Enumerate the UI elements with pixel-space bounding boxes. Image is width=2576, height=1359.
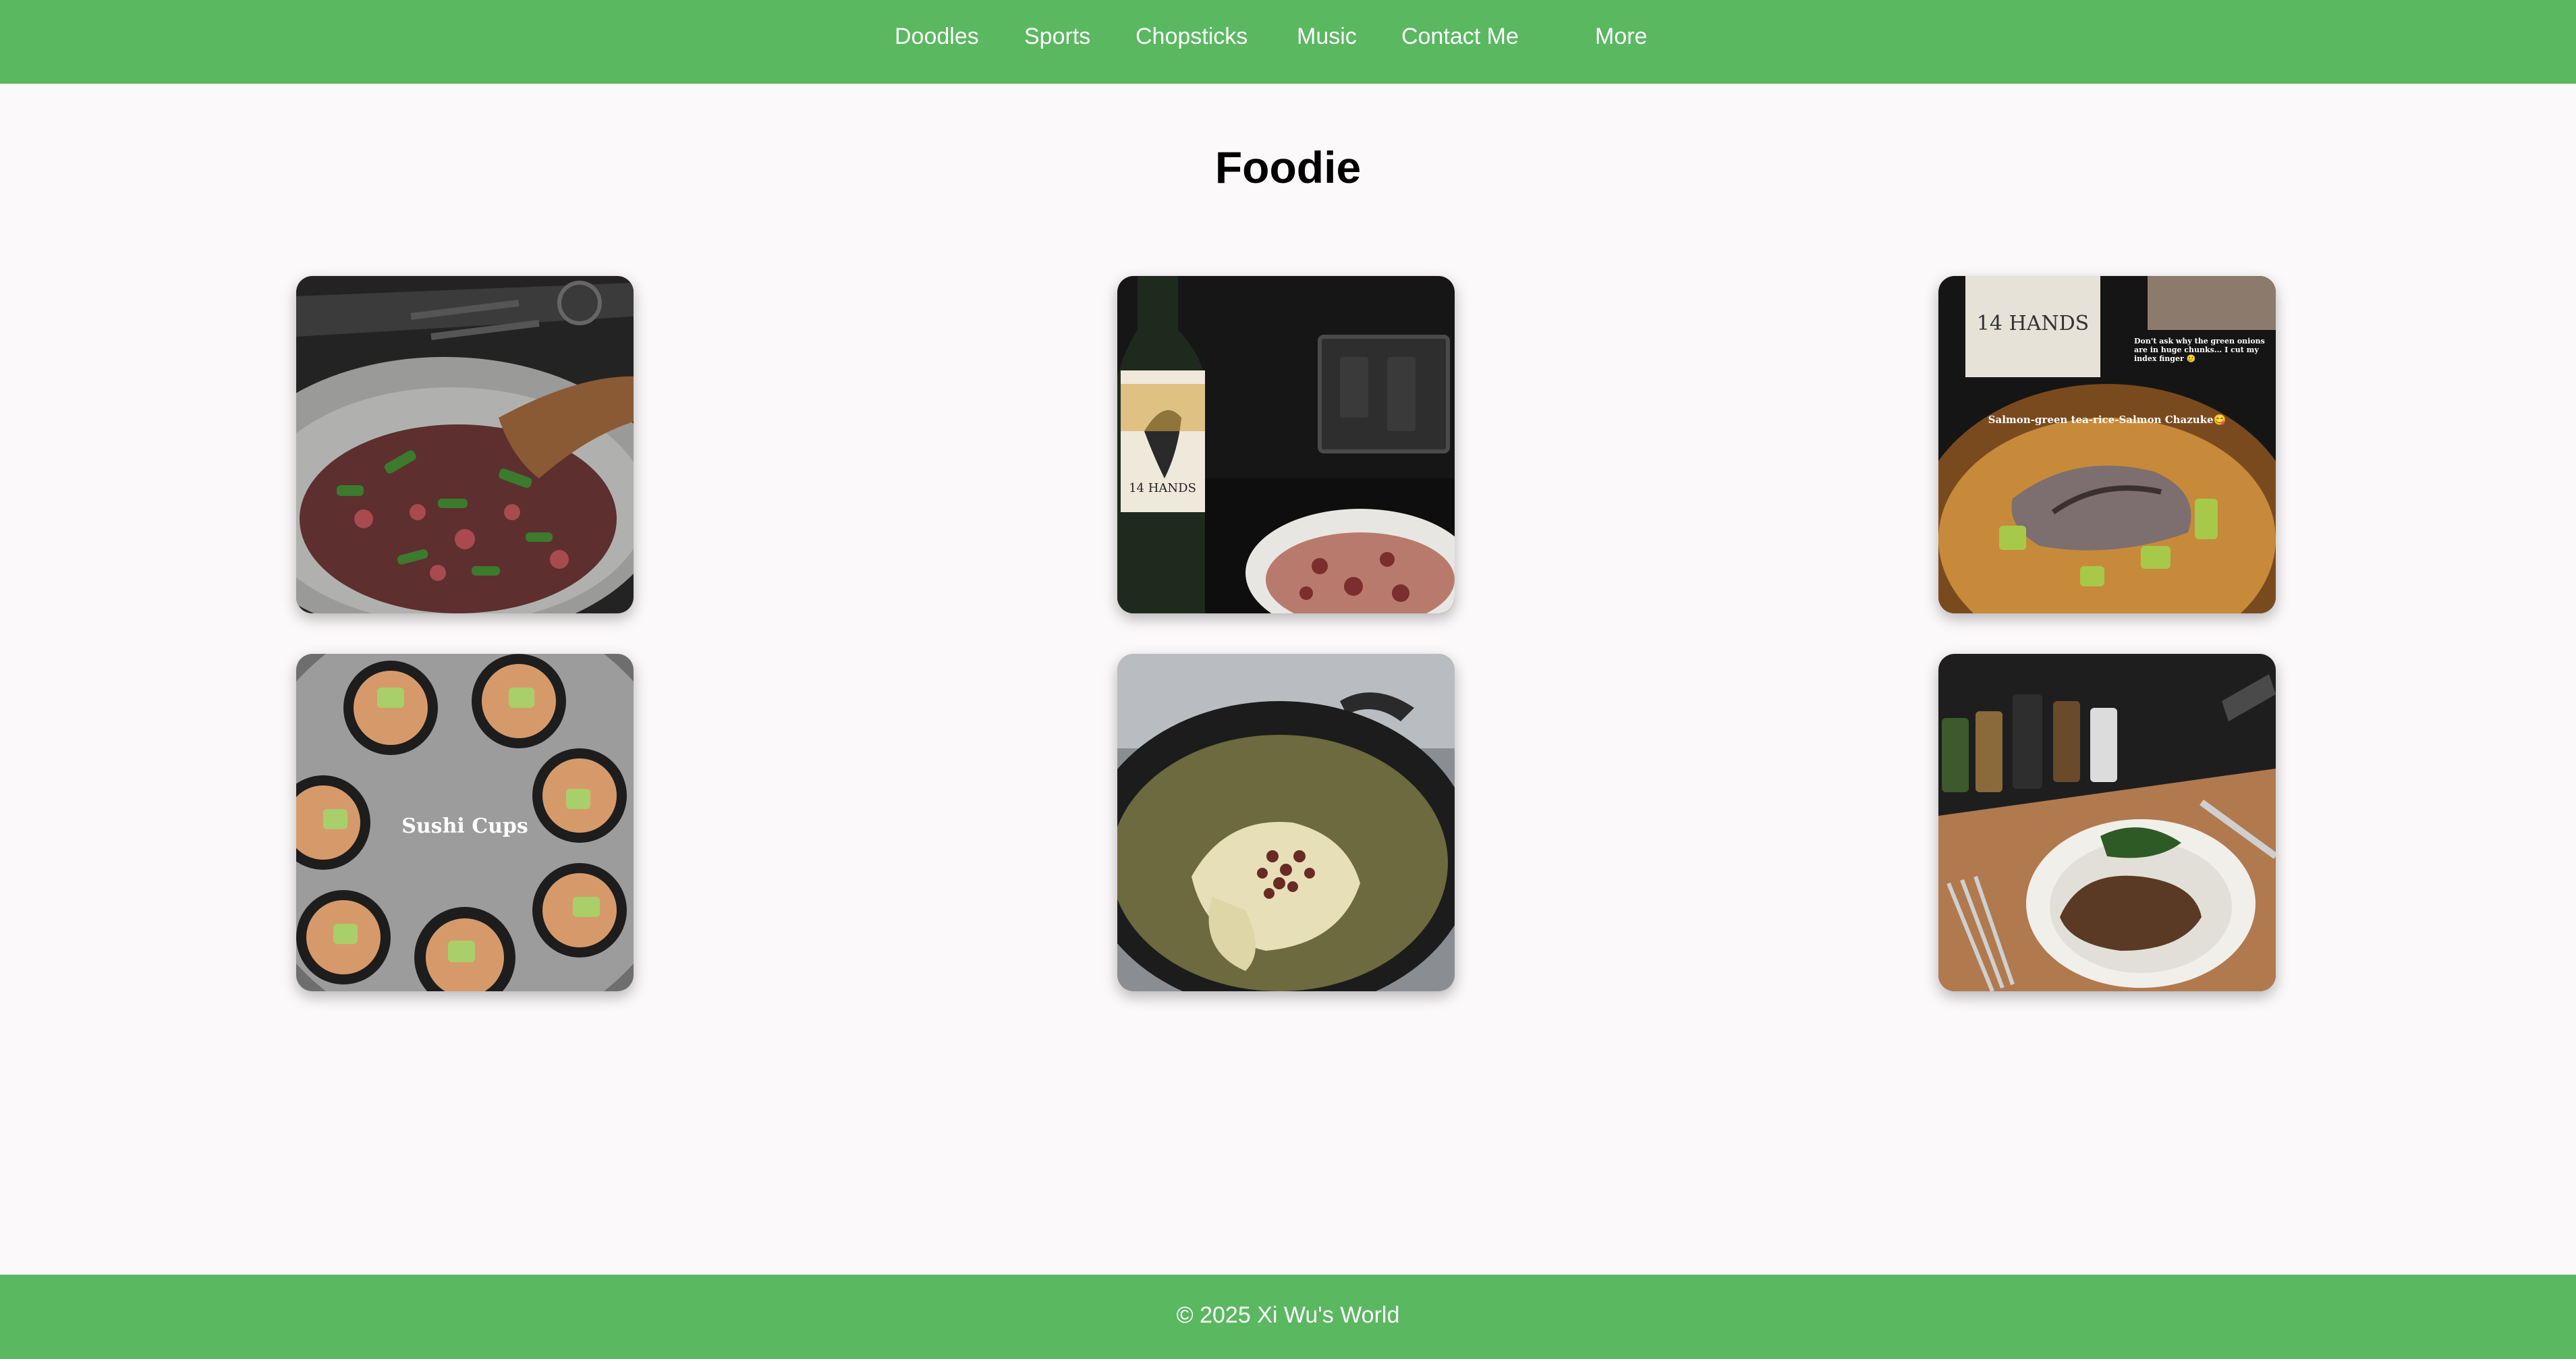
- nav-item-doodles[interactable]: Doodles: [895, 20, 979, 53]
- food-photo-steak[interactable]: [1938, 654, 2276, 991]
- food-photo-sushi-cups[interactable]: Sushi Cups: [296, 654, 634, 991]
- stir-fry-image: [296, 276, 634, 613]
- footer: © 2025 Xi Wu's World: [0, 1275, 2576, 1359]
- copyright-text: © 2025 Xi Wu's World: [1176, 1302, 1400, 1328]
- photo-note: Don't ask why the green onions are in hu…: [2134, 337, 2265, 363]
- nav-item-sports[interactable]: Sports: [1024, 20, 1090, 53]
- nav-item-contact-me[interactable]: Contact Me: [1401, 20, 1519, 53]
- food-photo-chicken-soup[interactable]: [1117, 654, 1455, 991]
- nav-item-music[interactable]: Music: [1297, 20, 1357, 53]
- photo-caption: Sushi Cups: [401, 814, 528, 838]
- wine-octopus-image: 14 HANDS: [1117, 276, 1455, 613]
- salmon-chazuke-image: 14 HANDS Salmon-green tea-rice-Salmon Ch…: [1938, 276, 2276, 613]
- chicken-soup-image: [1117, 654, 1455, 991]
- nav-item-more[interactable]: More: [1595, 20, 1647, 53]
- photo-note-wrapper: Don't ask why the green onions are in hu…: [2134, 337, 2265, 363]
- sushi-cups-image: Sushi Cups: [296, 654, 634, 991]
- photo-caption: Salmon-green tea-rice-Salmon Chazuke😋: [1988, 414, 2227, 426]
- food-photo-stir-fry[interactable]: [296, 276, 634, 613]
- navigation-bar: Doodles Sports Chopsticks Music Contact …: [0, 0, 2576, 84]
- bottle-label-text: 14 HANDS: [1129, 481, 1196, 495]
- page-title: Foodie: [1214, 142, 1362, 192]
- bottle-label-text: 14 HANDS: [1977, 312, 2089, 335]
- steak-image: [1938, 654, 2276, 991]
- nav-item-chopsticks[interactable]: Chopsticks: [1136, 20, 1248, 53]
- food-photo-wine-octopus[interactable]: 14 HANDS: [1117, 276, 1455, 613]
- nav-menu: Doodles Sports Chopsticks Music Contact …: [0, 0, 2576, 74]
- food-photo-salmon-chazuke[interactable]: 14 HANDS Salmon-green tea-rice-Salmon Ch…: [1938, 276, 2276, 613]
